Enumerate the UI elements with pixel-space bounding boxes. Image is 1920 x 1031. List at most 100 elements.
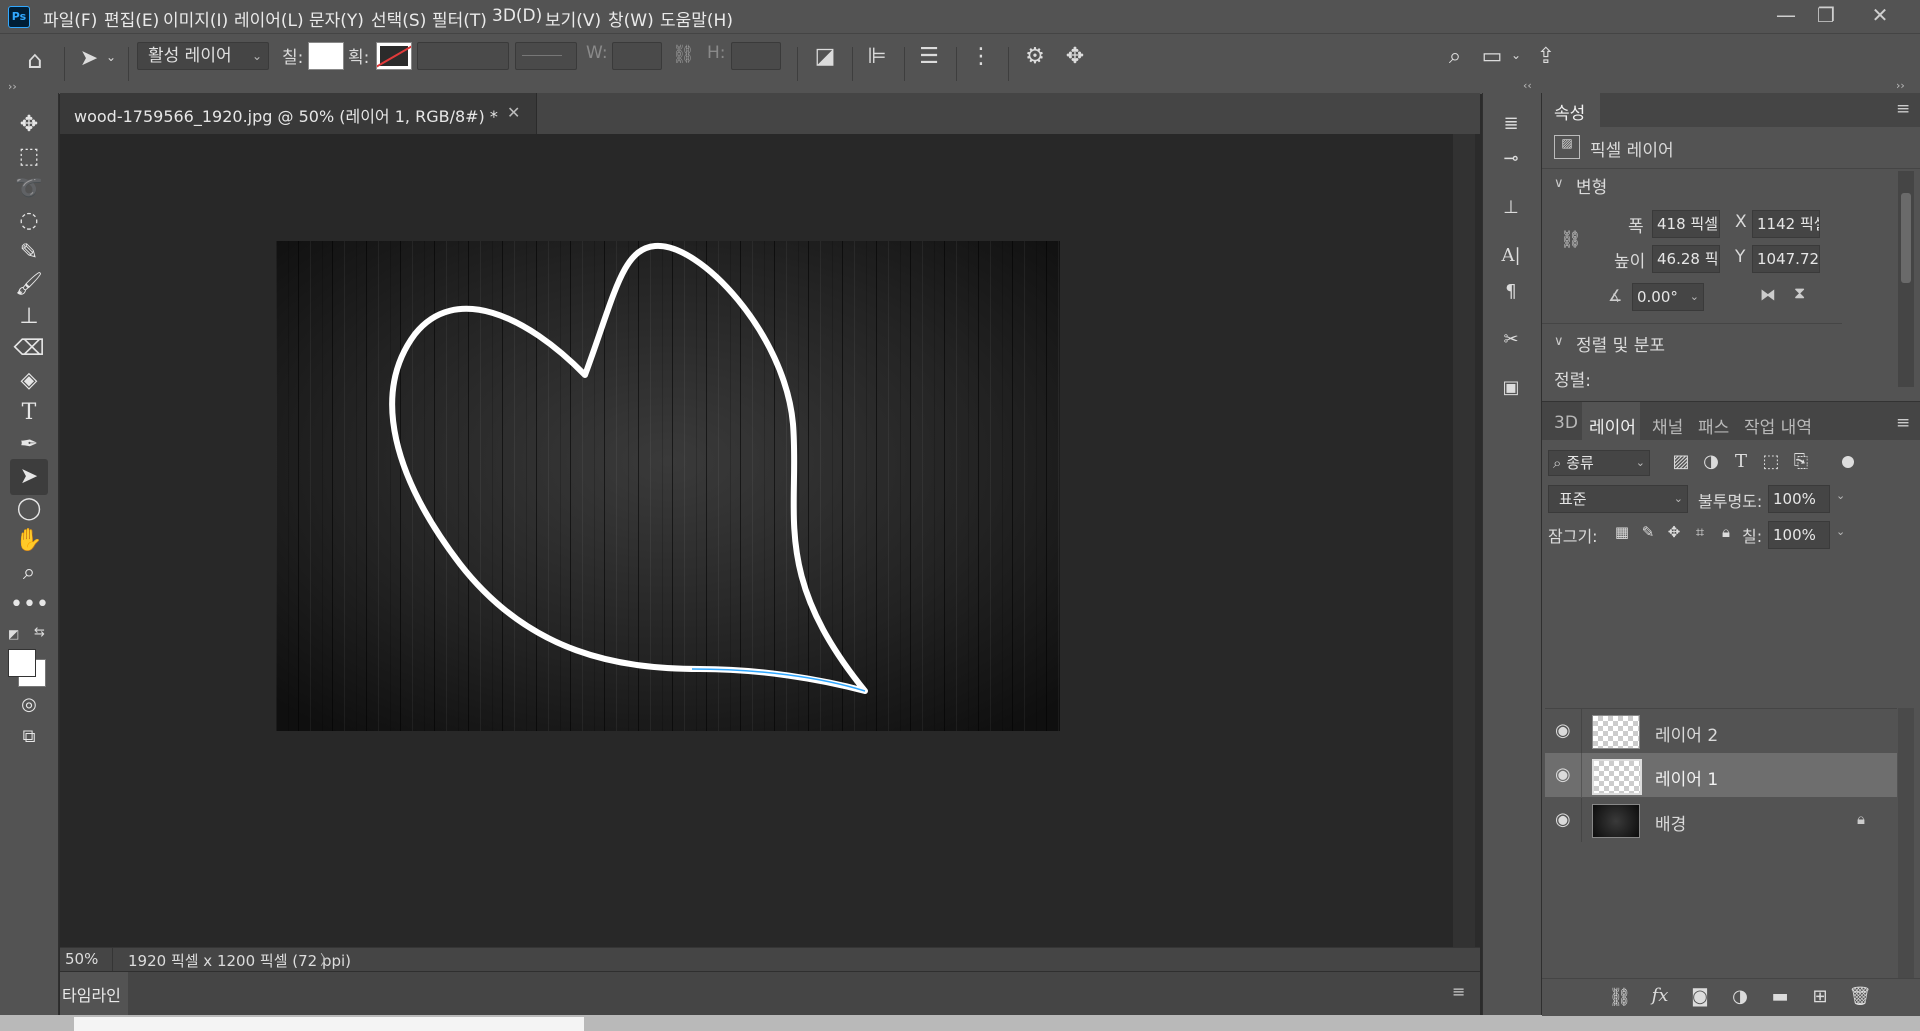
height-field[interactable] bbox=[731, 42, 781, 70]
lasso-tool-icon[interactable]: ➰ bbox=[10, 171, 48, 207]
filter-toggle[interactable] bbox=[1842, 456, 1854, 468]
lock-pixels-icon[interactable]: ✎ bbox=[1638, 523, 1658, 541]
eye-icon[interactable]: ◉ bbox=[1555, 809, 1571, 830]
swap-colors-icon[interactable]: ⇆ bbox=[34, 625, 45, 640]
stroke-width-field[interactable] bbox=[417, 42, 509, 70]
fx-icon[interactable]: fx bbox=[1648, 985, 1672, 1006]
lock-transparency-icon[interactable]: ▦ bbox=[1612, 523, 1632, 541]
fill-swatch[interactable] bbox=[308, 42, 344, 70]
ellipse-tool-icon[interactable]: ◯ bbox=[10, 491, 48, 527]
eyedropper-tool-icon[interactable]: ✎ bbox=[10, 235, 48, 271]
notes-icon[interactable]: ▣ bbox=[1493, 377, 1529, 398]
share-icon[interactable]: ⇪ bbox=[1532, 44, 1560, 69]
menu-type[interactable]: 문자(Y) bbox=[309, 6, 364, 31]
path-select-tool-icon[interactable]: ➤ bbox=[76, 46, 102, 71]
menu-file[interactable]: 파일(F) bbox=[43, 6, 97, 31]
select-mode-dropdown[interactable]: 활성 레이어 ⌄ bbox=[137, 42, 269, 70]
menu-filter[interactable]: 필터(T) bbox=[432, 6, 487, 31]
layer-row[interactable]: ◉ 레이어 2 bbox=[1545, 708, 1897, 753]
paragraph-icon[interactable]: ¶ bbox=[1493, 281, 1529, 302]
blend-mode-dropdown[interactable]: 표준 ⌄ bbox=[1548, 485, 1688, 513]
filter-adjustment-icon[interactable]: ◑ bbox=[1700, 451, 1722, 472]
warp-icon[interactable]: ✥ bbox=[1062, 44, 1088, 69]
tab-history[interactable]: 작업 내역 bbox=[1744, 413, 1812, 438]
brush-tool-icon[interactable]: 🖌 bbox=[10, 267, 48, 303]
link-dimensions-icon[interactable]: ⛓ bbox=[1560, 230, 1582, 250]
flip-horizontal-icon[interactable]: ⧓ bbox=[1760, 285, 1776, 304]
chevron-down-icon[interactable]: ∨ bbox=[1554, 176, 1564, 191]
quick-select-tool-icon[interactable]: ◌ bbox=[10, 203, 48, 239]
eraser-tool-icon[interactable]: ⌫ bbox=[10, 331, 48, 367]
workspace-icon[interactable]: ▭ bbox=[1478, 44, 1506, 69]
zoom-level[interactable]: 50% bbox=[65, 950, 98, 968]
panel-menu-icon[interactable]: ≡ bbox=[1896, 413, 1910, 433]
chevron-down-icon[interactable]: ⌄ bbox=[1508, 48, 1524, 62]
tab-channels[interactable]: 채널 bbox=[1652, 413, 1683, 438]
character-icon[interactable]: A| bbox=[1493, 245, 1529, 266]
hand-tool-icon[interactable]: ✋ bbox=[10, 523, 48, 559]
paint-bucket-tool-icon[interactable]: ◈ bbox=[10, 363, 48, 399]
panel-menu-icon[interactable]: ≡ bbox=[1452, 982, 1465, 1001]
chevron-right-icon[interactable]: 〉 bbox=[320, 950, 334, 970]
new-group-icon[interactable]: ▬ bbox=[1768, 986, 1792, 1007]
menu-help[interactable]: 도움말(H) bbox=[660, 6, 733, 31]
expand-icon[interactable]: ›› bbox=[8, 80, 17, 93]
menu-edit[interactable]: 편집(E) bbox=[104, 6, 159, 31]
move-tool-icon[interactable]: ✥ bbox=[10, 107, 48, 143]
type-tool-icon[interactable]: T bbox=[10, 395, 48, 431]
default-colors-icon[interactable]: ◩ bbox=[8, 627, 19, 641]
layer-row-selected[interactable]: ◉ 레이어 1 bbox=[1545, 753, 1897, 797]
add-mask-icon[interactable]: ◙ bbox=[1688, 986, 1712, 1007]
panel-menu-icon[interactable]: ≡ bbox=[1896, 99, 1910, 119]
path-alignment-icon[interactable]: ⊫ bbox=[864, 44, 890, 69]
menu-select[interactable]: 선택(S) bbox=[371, 6, 426, 31]
pen-tool-icon[interactable]: ✒ bbox=[10, 427, 48, 463]
brush-settings-icon[interactable]: ≣ bbox=[1493, 113, 1529, 134]
filter-smart-object-icon[interactable]: ⎘ bbox=[1790, 451, 1812, 472]
document-tab[interactable]: wood-1759566_1920.jpg @ 50% (레이어 1, RGB/… bbox=[60, 93, 537, 134]
trash-icon[interactable]: 🗑︎ bbox=[1848, 986, 1872, 1007]
angle-field[interactable]: 0.00° ⌄ bbox=[1632, 283, 1704, 311]
path-arrangement-icon[interactable]: ☰ bbox=[916, 44, 942, 69]
expand-panels-icon[interactable]: ›› bbox=[1896, 79, 1905, 92]
layer-name[interactable]: 레이어 1 bbox=[1655, 765, 1718, 790]
chevron-down-icon[interactable]: ⌄ bbox=[1836, 525, 1845, 538]
link-icon[interactable]: ⛓ bbox=[672, 44, 695, 65]
menu-window[interactable]: 창(W) bbox=[608, 6, 654, 31]
link-layers-icon[interactable]: ⛓ bbox=[1608, 987, 1632, 1008]
opacity-field[interactable]: 100% bbox=[1768, 485, 1830, 513]
chevron-down-icon[interactable]: ⌄ bbox=[1836, 489, 1845, 502]
align-edges-icon[interactable]: ⋮ bbox=[968, 44, 994, 69]
clone-source-icon[interactable]: ⊥ bbox=[1493, 197, 1529, 218]
eye-icon[interactable]: ◉ bbox=[1555, 720, 1571, 741]
stamp-tool-icon[interactable]: ⊥ bbox=[10, 299, 48, 335]
fill-field[interactable]: 100% bbox=[1768, 521, 1830, 549]
direct-select-tool-icon[interactable]: ➤ bbox=[10, 459, 48, 495]
lock-all-icon[interactable]: 🔒︎ bbox=[1716, 523, 1736, 541]
quick-mask-icon[interactable]: ◎ bbox=[10, 687, 48, 723]
properties-scrollbar[interactable] bbox=[1898, 171, 1914, 387]
tab-layers[interactable]: 레이어 bbox=[1582, 402, 1640, 440]
more-tools-icon[interactable]: ••• bbox=[10, 587, 49, 623]
adjustment-layer-icon[interactable]: ◑ bbox=[1728, 986, 1752, 1007]
gear-icon[interactable]: ⚙ bbox=[1022, 44, 1048, 69]
eye-icon[interactable]: ◉ bbox=[1555, 764, 1571, 785]
search-icon[interactable]: ⌕ bbox=[1441, 44, 1469, 69]
marquee-tool-icon[interactable]: ⬚ bbox=[10, 139, 48, 175]
layer-row[interactable]: ◉ 배경 🔒︎ bbox=[1545, 798, 1897, 842]
canvas-area[interactable] bbox=[60, 134, 1453, 947]
restore-button[interactable]: ❐ bbox=[1808, 2, 1844, 28]
flip-vertical-icon[interactable]: ⧗ bbox=[1794, 283, 1805, 303]
minimize-button[interactable]: — bbox=[1768, 2, 1804, 28]
stroke-type-dropdown[interactable] bbox=[515, 42, 577, 70]
transform-width-field[interactable]: 418 픽셀 bbox=[1652, 210, 1720, 238]
transform-height-field[interactable]: 46.28 픽셀 bbox=[1652, 245, 1720, 273]
tab-paths[interactable]: 패스 bbox=[1698, 413, 1729, 438]
tab-3d[interactable]: 3D bbox=[1554, 413, 1578, 433]
lock-position-icon[interactable]: ✥ bbox=[1664, 523, 1684, 541]
stroke-swatch[interactable] bbox=[376, 42, 412, 70]
tool-presets-icon[interactable]: ✂ bbox=[1493, 329, 1529, 350]
filter-type-icon[interactable]: T bbox=[1730, 451, 1752, 472]
filter-shape-icon[interactable]: ⬚ bbox=[1760, 451, 1782, 472]
menu-image[interactable]: 이미지(I) bbox=[163, 6, 228, 31]
